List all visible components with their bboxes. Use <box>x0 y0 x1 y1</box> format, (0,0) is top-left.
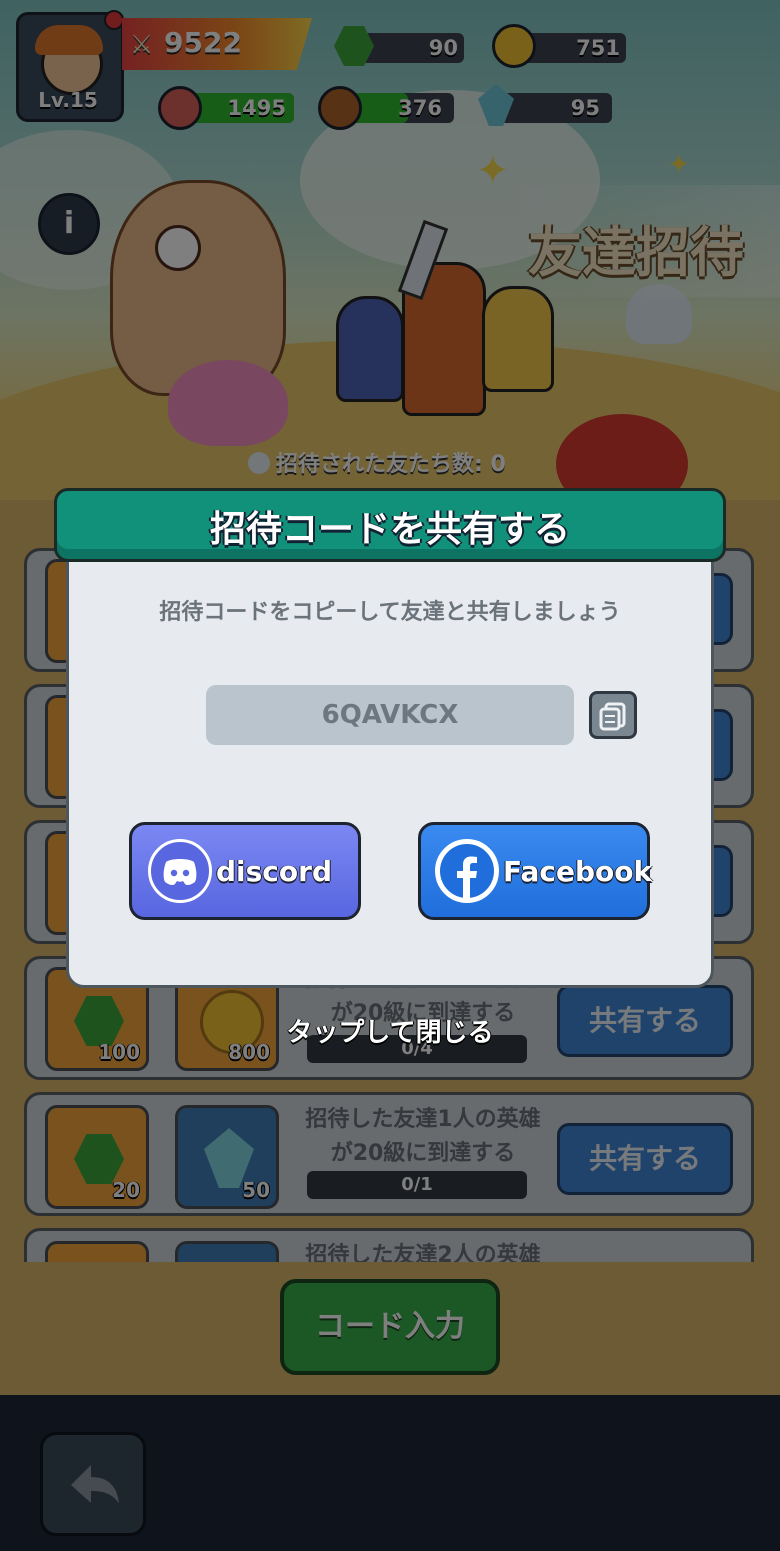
discord-share-button[interactable]: discord <box>129 822 361 920</box>
copy-code-button[interactable] <box>589 691 637 739</box>
facebook-label: Facebook <box>503 855 653 888</box>
discord-label: discord <box>216 855 332 888</box>
dialog-description: 招待コードをコピーして友達と共有しましょう <box>159 600 621 625</box>
facebook-share-button[interactable]: Facebook <box>418 822 653 920</box>
facebook-icon <box>435 839 499 903</box>
copy-icon <box>599 702 626 731</box>
dialog-title: 招待コードを共有する <box>209 509 570 550</box>
invite-code-field[interactable]: 6QAVKCX <box>206 685 574 745</box>
tap-to-close-hint: タップして閉じる <box>286 1018 494 1048</box>
discord-icon <box>148 839 212 903</box>
